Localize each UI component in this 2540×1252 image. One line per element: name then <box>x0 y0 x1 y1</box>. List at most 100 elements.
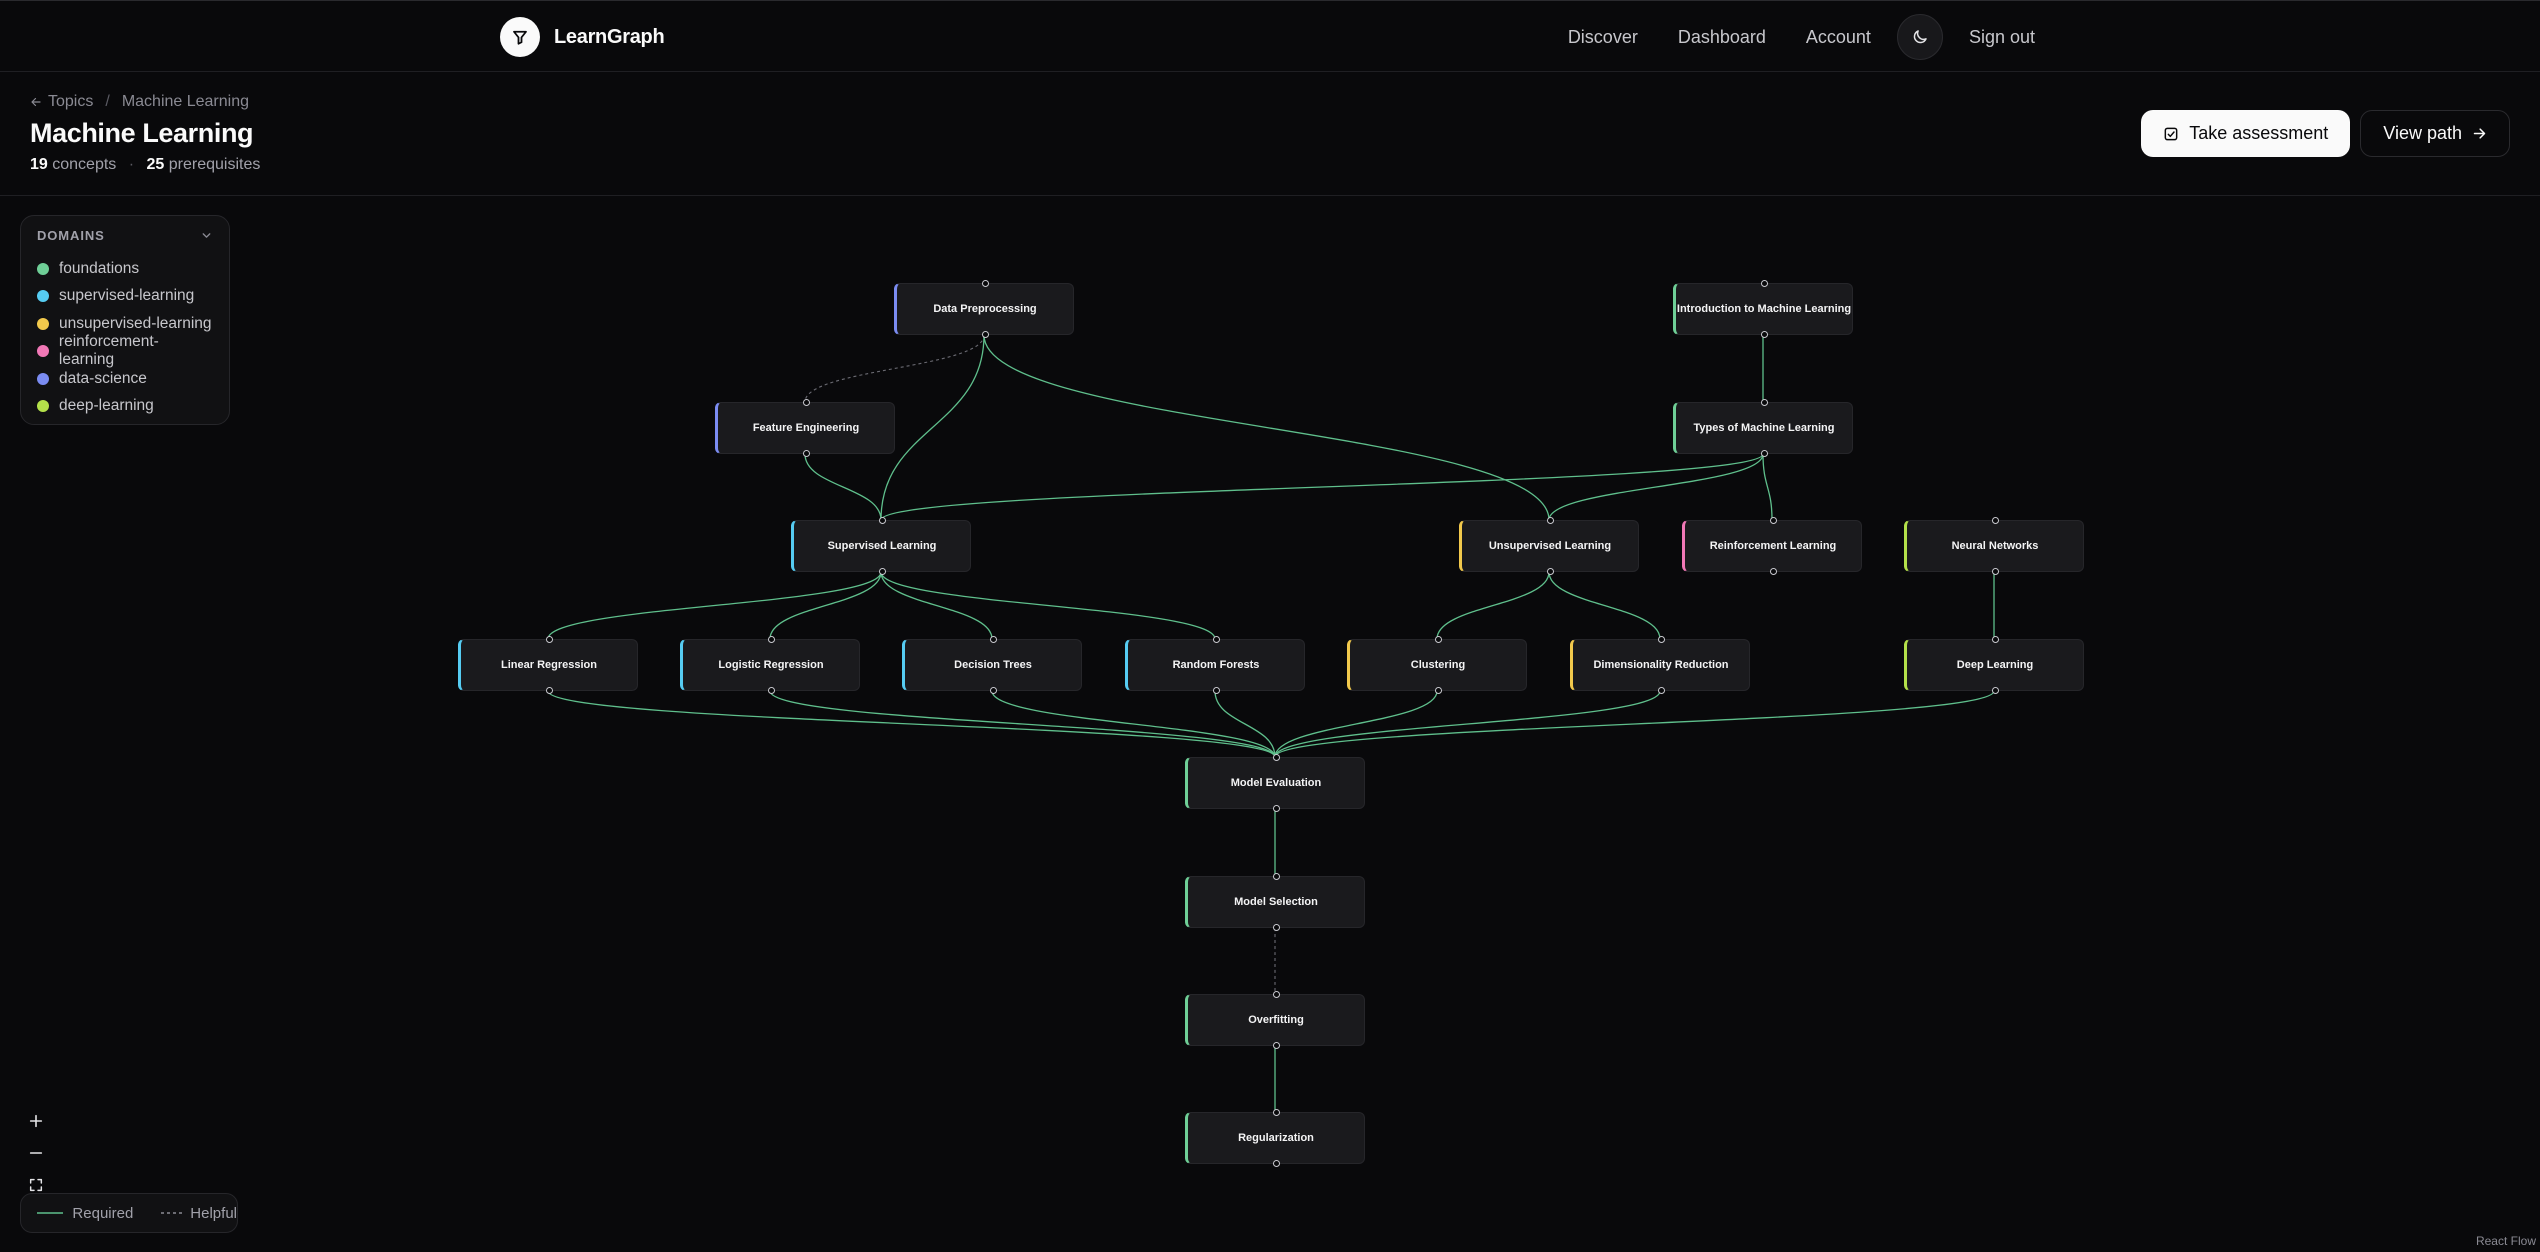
domain-item-foundations[interactable]: foundations <box>37 255 213 283</box>
node-handle-bottom[interactable] <box>1769 568 1777 575</box>
node-handle-bottom[interactable] <box>1272 1160 1280 1167</box>
domain-color-dot <box>37 372 49 385</box>
node-handle-top[interactable] <box>1272 873 1280 880</box>
edge-sl-rf[interactable] <box>880 571 1216 640</box>
edge-sl-lr[interactable] <box>547 571 882 640</box>
concept-node-dr[interactable]: Dimensionality Reduction <box>1570 636 1750 694</box>
domain-item-deep-learning[interactable]: deep-learning <box>37 393 213 421</box>
nav-account[interactable]: Account <box>1806 27 1871 48</box>
edge-sl-lgr[interactable] <box>769 571 882 640</box>
theme-toggle-button[interactable] <box>1896 14 1943 60</box>
graph-canvas[interactable]: Data Preprocessing Introduction to Machin… <box>0 196 2540 1252</box>
concept-node-tml[interactable]: Types of Machine Learning <box>1673 399 1853 457</box>
node-handle-top[interactable] <box>1991 517 1999 524</box>
concept-node-rl[interactable]: Reinforcement Learning <box>1682 517 1862 575</box>
node-handle-top[interactable] <box>767 636 775 643</box>
zoom-in-button[interactable] <box>20 1105 52 1137</box>
node-handle-top[interactable] <box>1212 636 1220 643</box>
edge-fe-sl[interactable] <box>804 453 882 521</box>
edge-dp-fe[interactable] <box>804 334 985 403</box>
concept-node-lgr[interactable]: Logistic Regression <box>680 636 860 694</box>
domain-item-supervised-learning[interactable]: supervised-learning <box>37 283 213 311</box>
node-handle-bottom[interactable] <box>1991 568 1999 575</box>
react-flow-attribution[interactable]: React Flow <box>2476 1234 2536 1248</box>
node-handle-bottom[interactable] <box>981 331 989 338</box>
concept-node-nn[interactable]: Neural Networks <box>1904 517 2084 575</box>
node-handle-top[interactable] <box>989 636 997 643</box>
edge-dt-me[interactable] <box>991 690 1276 758</box>
node-handle-bottom[interactable] <box>802 450 810 457</box>
node-handle-top[interactable] <box>981 280 989 287</box>
concept-node-label: Neural Networks <box>1951 540 2039 552</box>
concept-node-rf[interactable]: Random Forests <box>1125 636 1305 694</box>
brand-name: LearnGraph <box>554 25 665 48</box>
node-handle-bottom[interactable] <box>1272 1042 1280 1049</box>
edge-tml-sl[interactable] <box>880 453 1764 521</box>
node-handle-bottom[interactable] <box>878 568 886 575</box>
concept-node-rg[interactable]: Regularization <box>1185 1109 1365 1167</box>
node-handle-top[interactable] <box>1657 636 1665 643</box>
edge-lr-me[interactable] <box>547 690 1276 758</box>
view-path-button[interactable]: View path <box>2360 110 2510 157</box>
node-handle-top[interactable] <box>1546 517 1554 524</box>
concept-node-dt[interactable]: Decision Trees <box>902 636 1082 694</box>
node-handle-bottom[interactable] <box>1434 687 1442 694</box>
node-handle-bottom[interactable] <box>1212 687 1220 694</box>
edge-dl-me[interactable] <box>1274 690 1995 758</box>
node-handle-top[interactable] <box>802 399 810 406</box>
edge-ul-dr[interactable] <box>1548 571 1661 640</box>
domain-item-reinforcement-learning[interactable]: reinforcement-learning <box>37 333 213 368</box>
node-handle-top[interactable] <box>545 636 553 643</box>
concept-node-ul[interactable]: Unsupervised Learning <box>1459 517 1639 575</box>
concept-node-ms[interactable]: Model Selection <box>1185 873 1365 931</box>
node-handle-bottom[interactable] <box>1272 805 1280 812</box>
concept-node-sl[interactable]: Supervised Learning <box>791 517 971 575</box>
node-handle-bottom[interactable] <box>545 687 553 694</box>
node-handle-top[interactable] <box>1272 754 1280 761</box>
sign-out-link[interactable]: Sign out <box>1969 27 2035 48</box>
domain-label: data-science <box>59 369 147 387</box>
node-handle-top[interactable] <box>1272 1109 1280 1116</box>
concept-node-me[interactable]: Model Evaluation <box>1185 754 1365 812</box>
node-handle-bottom[interactable] <box>767 687 775 694</box>
concept-node-dl[interactable]: Deep Learning <box>1904 636 2084 694</box>
domains-toggle[interactable]: DOMAINS <box>37 228 213 243</box>
nav-discover[interactable]: Discover <box>1568 27 1638 48</box>
breadcrumb-back-link[interactable]: Topics <box>30 93 93 111</box>
concept-node-dp[interactable]: Data Preprocessing <box>894 280 1074 338</box>
brand[interactable]: LearnGraph <box>500 17 665 57</box>
take-assessment-button[interactable]: Take assessment <box>2141 110 2351 157</box>
edge-sl-dt[interactable] <box>880 571 993 640</box>
node-handle-bottom[interactable] <box>1272 924 1280 931</box>
node-handle-top[interactable] <box>1272 991 1280 998</box>
node-handle-top[interactable] <box>1434 636 1442 643</box>
concept-node-fe[interactable]: Feature Engineering <box>715 399 895 457</box>
nav-dashboard[interactable]: Dashboard <box>1678 27 1766 48</box>
node-handle-top[interactable] <box>878 517 886 524</box>
node-handle-top[interactable] <box>1760 280 1768 287</box>
node-handle-top[interactable] <box>1769 517 1777 524</box>
node-handle-bottom[interactable] <box>1657 687 1665 694</box>
fit-view-icon <box>29 1178 43 1192</box>
node-handle-bottom[interactable] <box>1760 331 1768 338</box>
edge-tml-rl[interactable] <box>1762 453 1773 521</box>
edge-ul-cl[interactable] <box>1436 571 1550 640</box>
concept-node-lr[interactable]: Linear Regression <box>458 636 638 694</box>
concept-node-iml[interactable]: Introduction to Machine Learning <box>1673 280 1853 338</box>
edge-lgr-me[interactable] <box>769 690 1276 758</box>
node-handle-bottom[interactable] <box>1991 687 1999 694</box>
concepts-count: 19 <box>30 156 48 173</box>
domains-title: DOMAINS <box>37 228 105 243</box>
zoom-out-button[interactable] <box>20 1137 52 1169</box>
node-handle-top[interactable] <box>1991 636 1999 643</box>
edge-dp-sl[interactable] <box>880 334 985 521</box>
node-handle-bottom[interactable] <box>1760 450 1768 457</box>
concept-node-of[interactable]: Overfitting <box>1185 991 1365 1049</box>
node-handle-top[interactable] <box>1760 399 1768 406</box>
edge-dp-ul[interactable] <box>983 334 1550 521</box>
edge-dr-me[interactable] <box>1274 690 1661 758</box>
node-handle-bottom[interactable] <box>1546 568 1554 575</box>
concept-node-cl[interactable]: Clustering <box>1347 636 1527 694</box>
topic-header: Topics / Machine Learning Machine Learni… <box>0 72 2540 196</box>
node-handle-bottom[interactable] <box>989 687 997 694</box>
